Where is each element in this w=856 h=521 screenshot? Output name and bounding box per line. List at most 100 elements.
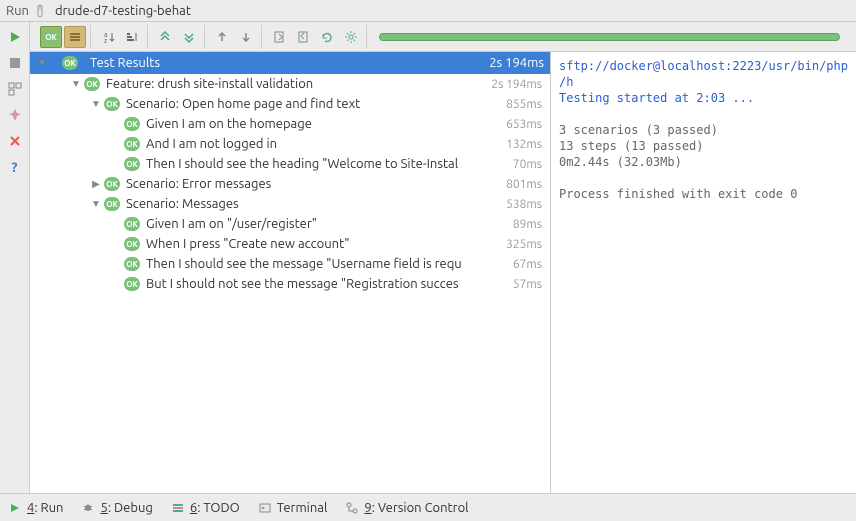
- test-label: And I am not logged in: [146, 137, 277, 151]
- ok-badge: OK: [124, 117, 140, 131]
- test-duration: 653ms: [506, 118, 542, 131]
- export-button[interactable]: [268, 26, 290, 48]
- sort-alpha-button[interactable]: az: [97, 26, 119, 48]
- chevron-down-icon[interactable]: ▼: [90, 98, 102, 110]
- chevron-down-icon[interactable]: ▼: [90, 198, 102, 210]
- console-line: 13 steps (13 passed): [559, 138, 848, 154]
- ok-badge: OK: [104, 177, 120, 191]
- test-label: Given I am on the homepage: [146, 117, 312, 131]
- test-label: Feature: drush site-install validation: [106, 77, 313, 91]
- test-duration: 538ms: [506, 198, 542, 211]
- test-duration: 801ms: [506, 178, 542, 191]
- console-line: 0m2.44s (32.03Mb): [559, 154, 848, 170]
- console-line: Testing started at 2:03 ...: [559, 90, 848, 106]
- test-duration: 855ms: [506, 98, 542, 111]
- bug-icon: [81, 501, 95, 515]
- test-duration: 67ms: [513, 258, 542, 271]
- test-tree-row[interactable]: OK But I should not see the message "Regi…: [30, 274, 550, 294]
- collapse-all-button[interactable]: [154, 26, 176, 48]
- test-console[interactable]: sftp://docker@localhost:2223/usr/bin/php…: [551, 52, 856, 493]
- test-duration: 132ms: [506, 138, 542, 151]
- test-tree-row[interactable]: ▼OK Feature: drush site-install validatio…: [30, 74, 550, 94]
- test-duration: 325ms: [506, 238, 542, 251]
- play-icon: [8, 501, 22, 515]
- test-label: Scenario: Open home page and find text: [126, 97, 360, 111]
- ok-badge: OK: [62, 56, 78, 70]
- tab-label: 4: Run: [27, 501, 63, 515]
- test-tree-row[interactable]: ▼OK Scenario: Messages 538ms: [30, 194, 550, 214]
- layout-button[interactable]: [6, 80, 24, 98]
- show-passed-toggle[interactable]: OK: [40, 26, 62, 48]
- test-tree-row[interactable]: ▼OK Scenario: Open home page and find tex…: [30, 94, 550, 114]
- console-line: 3 scenarios (3 passed): [559, 122, 848, 138]
- test-label: But I should not see the message "Regist…: [146, 277, 459, 291]
- test-results-header[interactable]: ▼ OK Test Results 2s 194ms: [30, 52, 550, 74]
- svg-text:OK: OK: [45, 33, 57, 42]
- chevron-down-icon[interactable]: ▼: [70, 78, 82, 90]
- todo-icon: [171, 501, 185, 515]
- tab-debug[interactable]: 5: Debug: [81, 501, 152, 515]
- test-progress-bar: [379, 33, 840, 41]
- titlebar-run-label: Run: [6, 4, 29, 18]
- test-tree-row[interactable]: OK Given I am on the homepage 653ms: [30, 114, 550, 134]
- test-tree-row[interactable]: ▶OK Scenario: Error messages 801ms: [30, 174, 550, 194]
- ok-badge: OK: [124, 257, 140, 271]
- tab-label: 9: Version Control: [364, 501, 468, 515]
- test-tree: ▼ OK Test Results 2s 194ms ▼OKFeature: d…: [30, 52, 551, 493]
- run-config-icon: [35, 4, 49, 18]
- expand-all-button[interactable]: [178, 26, 200, 48]
- tab-todo[interactable]: 6: TODO: [171, 501, 240, 515]
- run-gutter: ?: [0, 22, 30, 493]
- chevron-right-icon[interactable]: ▶: [90, 178, 102, 190]
- ok-badge: OK: [84, 77, 100, 91]
- test-results-title: Test Results: [90, 56, 160, 70]
- console-line: sftp://docker@localhost:2223/usr/bin/php…: [559, 58, 848, 90]
- help-button[interactable]: ?: [6, 158, 24, 176]
- ok-badge: OK: [124, 237, 140, 251]
- ok-badge: OK: [104, 197, 120, 211]
- test-duration: 2s 194ms: [491, 78, 542, 91]
- test-label: Scenario: Messages: [126, 197, 239, 211]
- svg-text:z: z: [104, 37, 107, 44]
- terminal-icon: [258, 501, 272, 515]
- test-tree-row[interactable]: OK When I press "Create new account" 325ms: [30, 234, 550, 254]
- import-button[interactable]: [292, 26, 314, 48]
- tab-label: 5: Debug: [100, 501, 152, 515]
- ok-badge: OK: [124, 137, 140, 151]
- show-ignored-toggle[interactable]: [64, 26, 86, 48]
- tab-run[interactable]: 4: Run: [8, 501, 63, 515]
- test-label: Scenario: Error messages: [126, 177, 271, 191]
- tab-terminal[interactable]: Terminal: [258, 501, 328, 515]
- total-time: 2s 194ms: [489, 56, 544, 70]
- ok-badge: OK: [124, 217, 140, 231]
- console-line: Process finished with exit code 0: [559, 186, 848, 202]
- vcs-icon: [345, 501, 359, 515]
- close-button[interactable]: [6, 132, 24, 150]
- run-button[interactable]: [6, 28, 24, 46]
- test-duration: 70ms: [513, 158, 542, 171]
- sort-duration-button[interactable]: [121, 26, 143, 48]
- tab-label: 6: TODO: [190, 501, 240, 515]
- test-tree-row[interactable]: OKGiven I am on "/user/register"89ms: [30, 214, 550, 234]
- tab-label: Terminal: [277, 501, 328, 515]
- ok-badge: OK: [124, 157, 140, 171]
- test-label: When I press "Create new account": [146, 237, 349, 251]
- rerun-failed-button[interactable]: [316, 26, 338, 48]
- settings-button[interactable]: [340, 26, 362, 48]
- test-tree-row[interactable]: OKThen I should see the heading "Welcome…: [30, 154, 550, 174]
- test-tree-row[interactable]: OKThen I should see the message "Usernam…: [30, 254, 550, 274]
- test-tree-row[interactable]: OK And I am not logged in 132ms: [30, 134, 550, 154]
- stop-button[interactable]: [6, 54, 24, 72]
- test-toolbar: OK az: [30, 22, 856, 52]
- next-failed-button[interactable]: [235, 26, 257, 48]
- tab-vcs[interactable]: 9: Version Control: [345, 501, 468, 515]
- ok-badge: OK: [124, 277, 140, 291]
- test-duration: 57ms: [513, 278, 542, 291]
- ok-badge: OK: [104, 97, 120, 111]
- pin-button[interactable]: [6, 106, 24, 124]
- prev-failed-button[interactable]: [211, 26, 233, 48]
- titlebar: Run drude-d7-testing-behat: [0, 0, 856, 22]
- chevron-down-icon: ▼: [36, 57, 48, 69]
- bottom-tool-tabs: 4: Run 5: Debug 6: TODO Terminal 9: Vers…: [0, 493, 856, 521]
- test-duration: 89ms: [513, 218, 542, 231]
